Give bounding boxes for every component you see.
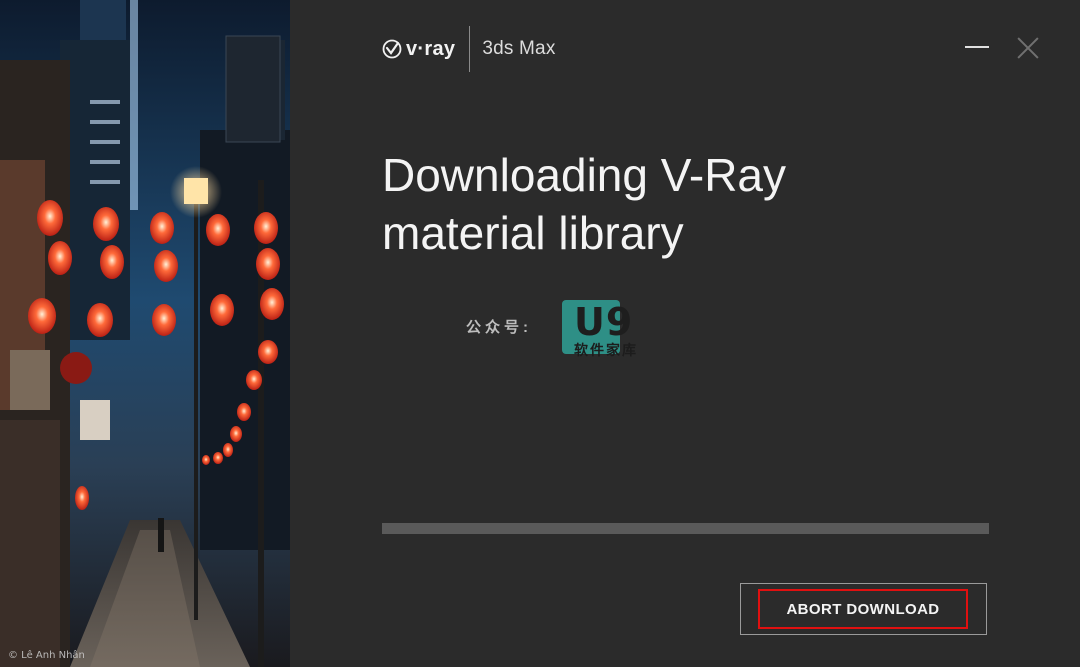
watermark-prefix: 公众号: [466,319,532,336]
watermark: 公众号: U9 软件家库 [466,298,656,364]
minimize-button[interactable] [964,38,990,56]
close-button[interactable] [1016,36,1040,60]
brand-divider [469,26,471,72]
minimize-icon [965,46,989,48]
product-name: 3ds Max [482,38,556,59]
street-photo-illustration [0,0,290,667]
page-title: Downloading V-Ray material library [382,149,787,259]
vray-logo-text: v·ray [406,37,456,60]
vray-logo: v·ray [382,38,455,61]
vray-check-icon [382,39,402,59]
brand-header: v·ray 3ds Max [382,26,556,72]
background-photo: © Lê Anh Nhân [0,0,290,667]
download-dialog: v·ray 3ds Max Downloading V-Ray material… [290,0,1080,667]
photo-credit: © Lê Anh Nhân [8,650,85,661]
watermark-subtitle: 软件家库 [574,342,638,358]
abort-download-button[interactable]: ABORT DOWNLOAD [758,589,968,629]
watermark-mark: U9 [574,300,634,344]
download-progress-bar [382,523,989,534]
abort-button-frame: ABORT DOWNLOAD [740,583,987,635]
